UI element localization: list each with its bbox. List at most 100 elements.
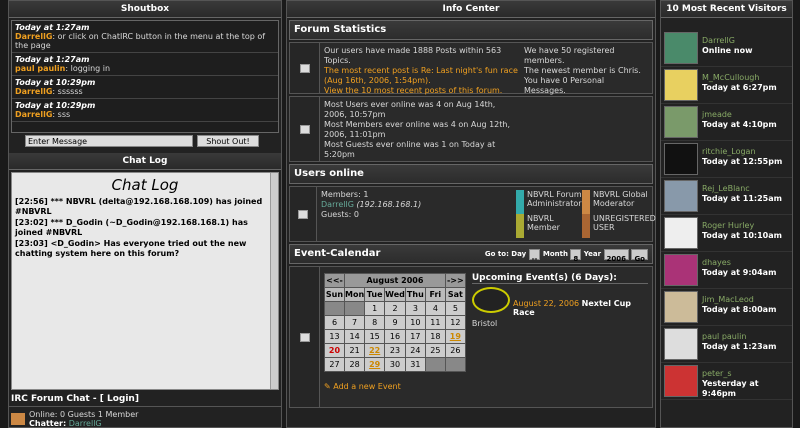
legend-admin: NBVRL Forum Administrator [516, 190, 582, 214]
visitor-row: Roger Hurley Today at 10:10am [661, 215, 792, 252]
recent-post-link[interactable]: The most recent post is Re: Last night's… [324, 66, 524, 86]
forum-stats-title: Forum Statistics [289, 20, 653, 40]
weekday-header: Wed [384, 287, 406, 302]
shoutbox-messages: Today at 1:27am DarrellG: or click on Cha… [11, 20, 279, 133]
online-member-link[interactable]: DarrellG [321, 200, 354, 209]
left-column: Shoutbox Today at 1:27am DarrellG: or cli… [8, 0, 282, 428]
weekday-header: Fri [424, 287, 446, 302]
visitor-name[interactable]: DarrellG [702, 36, 752, 46]
visitor-row: jmeade Today at 4:10pm [661, 104, 792, 141]
event-day[interactable]: 22 [364, 343, 386, 358]
shout-out-button[interactable]: Shout Out! [197, 135, 259, 147]
upcoming-event[interactable]: August 22, 2006 Nextel Cup Race [471, 287, 648, 317]
next-month-button[interactable]: ->> [444, 273, 466, 288]
users-online-row: Members: 1 DarrellG (192.168.168.1) Gues… [289, 186, 656, 242]
legend-moderator: NBVRL Global Moderator [582, 190, 648, 214]
chatter-link[interactable]: DarrellG [69, 419, 102, 428]
visitor-name[interactable]: Roger Hurley [702, 221, 782, 231]
visitor-name[interactable]: jmeade [702, 110, 777, 120]
add-event-link[interactable]: Add a new Event [333, 382, 400, 391]
avatar[interactable] [664, 328, 698, 360]
event-day[interactable]: 29 [364, 357, 386, 372]
stats-icon [290, 43, 320, 93]
avatar[interactable] [664, 143, 698, 175]
visitors-title: 10 Most Recent Visitors [661, 1, 792, 18]
records-icon [290, 97, 320, 161]
visitor-row: peter_s Yesterday at 9:46pm [661, 363, 792, 400]
month-title: August 2006 [344, 273, 446, 288]
weekday-header: Tue [364, 287, 386, 302]
users-icon [11, 413, 25, 425]
prev-month-button[interactable]: <<- [324, 273, 345, 288]
visitor-name[interactable]: paul paulin [702, 332, 776, 342]
shout-input[interactable] [25, 135, 193, 147]
visitor-time: Today at 1:23am [702, 342, 777, 351]
calendar-header: Event-Calendar Go to: Day -- Month 8 Yea… [289, 244, 653, 264]
avatar[interactable] [664, 254, 698, 286]
chatlog-line: [23:02] *** D_Godin (~D_Godin@192.168.16… [15, 218, 248, 237]
visitor-time: Online now [702, 46, 753, 55]
visitor-name[interactable]: peter_s [702, 369, 789, 379]
chatlog-scrollbar[interactable] [270, 173, 278, 389]
visitor-row: DarrellG Online now [661, 30, 792, 67]
middle-column: Info Center Forum Statistics Our users h… [286, 0, 656, 428]
calendar-table: <<- August 2006 ->> Sun Mon Tue Wed Thu Fri Sat … [324, 273, 466, 372]
forum-stats-row: Our users have made 1888 Posts within 56… [289, 42, 653, 96]
avatar[interactable] [664, 180, 698, 212]
avatar[interactable] [664, 106, 698, 138]
visitor-row: ritchie_Logan Today at 12:55pm [661, 141, 792, 178]
chatlog-panel: Chat Log [22:56] *** NBVRL (delta@192.16… [11, 172, 279, 390]
day-select[interactable]: -- [528, 248, 541, 263]
info-center-title: Info Center [287, 1, 655, 18]
visitor-row: Rej_LeBlanc Today at 11:25am [661, 178, 792, 215]
visitor-time: Today at 4:10pm [702, 120, 777, 129]
calendar-icon [290, 267, 320, 407]
shout-message: Today at 10:29pm DarrellG: sss [12, 99, 278, 122]
visitor-row: paul paulin Today at 1:23am [661, 326, 792, 363]
month-select[interactable]: 8 [570, 248, 582, 263]
calendar-title: Event-Calendar [294, 248, 381, 259]
visitors-list: DarrellG Online now M_McCullough Today at 6… [661, 18, 792, 400]
upcoming-title: Upcoming Event(s) (6 Days): [471, 273, 648, 284]
visitor-name[interactable]: Jim_MacLeod [702, 295, 776, 305]
visitor-row: Jim_MacLeod Today at 8:00am [661, 289, 792, 326]
irc-info: Online: 0 Guests 1 Member Chatter: Darre… [9, 410, 281, 428]
irc-title[interactable]: IRC Forum Chat - [ Login] [9, 394, 281, 407]
avatar[interactable] [664, 217, 698, 249]
avatar[interactable] [664, 32, 698, 64]
chatlog-line: [23:03] <D_Godin> Has everyone tried out… [15, 239, 247, 258]
visitor-time: Today at 8:00am [702, 305, 777, 314]
chatlog-title: Chat Log [9, 153, 281, 170]
weekday-header: Sat [444, 287, 466, 302]
nascar-logo-icon [471, 287, 510, 313]
year-select[interactable]: 2006 [603, 248, 629, 263]
legend-member: NBVRL Member [516, 214, 582, 238]
weekday-header: Thu [404, 287, 426, 302]
irc-online: Online: 0 Guests 1 Member [29, 410, 139, 419]
shout-message: Today at 1:27am DarrellG: or click on Cha… [12, 21, 278, 53]
go-button[interactable]: Go [631, 248, 648, 263]
today-cell: 20 [324, 343, 345, 358]
recent-posts-link[interactable]: View the 10 most recent posts of this fo… [324, 86, 524, 96]
visitor-name[interactable]: M_McCullough [702, 73, 777, 83]
weekday-header: Mon [343, 287, 366, 302]
visitor-time: Today at 12:55pm [702, 157, 783, 166]
visitor-time: Today at 9:04am [702, 268, 777, 277]
shout-form: Shout Out! [25, 135, 277, 147]
chatlog-line: [22:56] *** NBVRL (delta@192.168.168.109… [15, 197, 263, 216]
visitor-row: M_McCullough Today at 6:27pm [661, 67, 792, 104]
visitor-time: Today at 11:25am [702, 194, 782, 203]
event-day[interactable]: 19 [444, 329, 466, 344]
avatar[interactable] [664, 69, 698, 101]
records-row: Most Users ever online was 4 on Aug 14th… [289, 96, 653, 162]
chatlog-heading: Chat Log [111, 176, 179, 194]
visitor-name[interactable]: Rej_LeBlanc [702, 184, 782, 194]
weekday-header: Sun [324, 287, 345, 302]
add-event-icon: ✎ [324, 382, 331, 391]
avatar[interactable] [664, 365, 698, 397]
visitor-name[interactable]: ritchie_Logan [702, 147, 782, 157]
avatar[interactable] [664, 291, 698, 323]
visitor-name[interactable]: dhayes [702, 258, 776, 268]
users-online-title: Users online [289, 164, 653, 184]
shoutbox-title: Shoutbox [9, 1, 281, 18]
